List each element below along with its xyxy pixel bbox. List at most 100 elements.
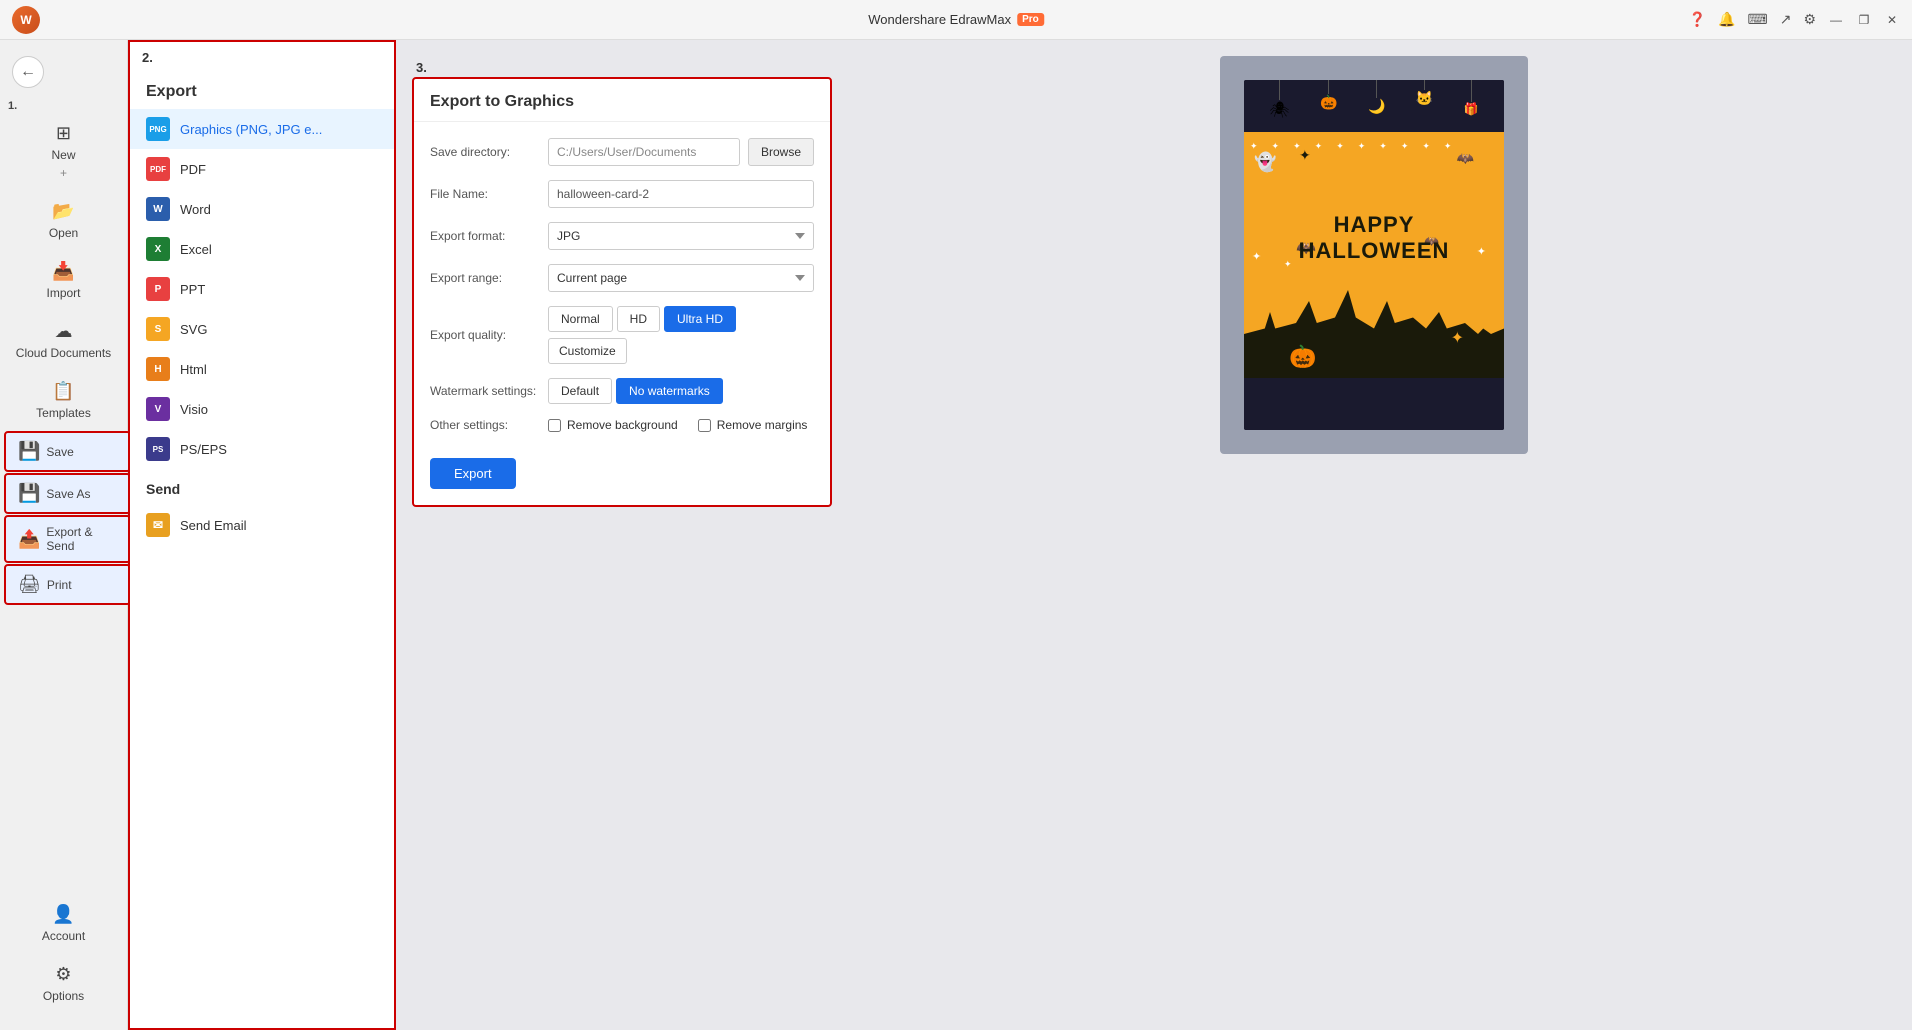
export-format-visio[interactable]: V Visio xyxy=(130,389,394,429)
export-format-html[interactable]: H Html xyxy=(130,349,394,389)
send-email-item[interactable]: ✉ Send Email xyxy=(130,505,394,545)
export-format-pseps[interactable]: PS PS/EPS xyxy=(130,429,394,469)
checkbox-row: Remove background Remove margins xyxy=(548,418,807,432)
sidebar-item-import-label: Import xyxy=(46,286,80,300)
bell-icon[interactable]: 🔔 xyxy=(1718,11,1735,28)
sidebar-bottom: 👤 Account ⚙ Options xyxy=(0,893,127,1022)
pdf-icon: PDF xyxy=(146,157,170,181)
account-icon: 👤 xyxy=(52,904,74,925)
customize-button[interactable]: Customize xyxy=(548,338,627,364)
sidebar-item-cloud[interactable]: ☁ Cloud Documents xyxy=(4,311,123,370)
other-settings-row: Other settings: Remove background Remove… xyxy=(430,418,814,432)
remove-background-checkbox[interactable] xyxy=(548,419,561,432)
excel-label: Excel xyxy=(180,242,212,257)
sidebar-item-new[interactable]: ⊞ New + xyxy=(4,113,123,190)
save-icon: 💾 xyxy=(18,441,40,462)
watermark-default-button[interactable]: Default xyxy=(548,378,612,404)
sidebar-item-templates[interactable]: 📋 Templates xyxy=(4,371,123,430)
card-top: 🕷 🎃 🌙 xyxy=(1244,80,1504,132)
sidebar-item-saveas-label: Save As xyxy=(46,487,90,501)
quality-hd-button[interactable]: HD xyxy=(617,306,660,332)
sidebar-item-options-label: Options xyxy=(43,989,84,1003)
sidebar-item-open[interactable]: 📂 Open xyxy=(4,191,123,250)
export-range-label: Export range: xyxy=(430,271,540,285)
watermark-none-button[interactable]: No watermarks xyxy=(616,378,723,404)
share-icon[interactable]: ↗ xyxy=(1780,11,1792,28)
sidebar-item-export[interactable]: 📤 Export & Send xyxy=(4,515,131,563)
pseps-icon: PS xyxy=(146,437,170,461)
minimize-button[interactable]: — xyxy=(1828,12,1844,28)
save-directory-input[interactable] xyxy=(548,138,740,166)
export-format-excel[interactable]: X Excel xyxy=(130,229,394,269)
pro-badge: Pro xyxy=(1017,13,1044,26)
sidebar-item-import[interactable]: 📥 Import xyxy=(4,251,123,310)
step2-label: 2. xyxy=(138,46,153,67)
step3-label: 3. xyxy=(412,56,832,77)
restore-button[interactable]: ❐ xyxy=(1856,12,1872,28)
export-format-word[interactable]: W Word xyxy=(130,189,394,229)
html-icon: H xyxy=(146,357,170,381)
sidebar-item-cloud-label: Cloud Documents xyxy=(16,346,111,360)
remove-background-item[interactable]: Remove background xyxy=(548,418,678,432)
export-format-row: Export format: JPG PNG BMP GIF TIFF xyxy=(430,222,814,250)
export-format-label: Export format: xyxy=(430,229,540,243)
export-icon: 📤 xyxy=(18,529,40,550)
import-icon: 📥 xyxy=(52,261,74,282)
main-layout: ← 1. ⊞ New + 📂 Open 📥 Import ☁ Cloud Doc… xyxy=(0,40,1912,1030)
help-icon[interactable]: ❓ xyxy=(1689,11,1706,28)
svg-label: SVG xyxy=(180,322,207,337)
avatar: W xyxy=(12,6,40,34)
pseps-label: PS/EPS xyxy=(180,442,227,457)
sidebar-item-new-label: New xyxy=(51,148,75,162)
email-icon: ✉ xyxy=(146,513,170,537)
ppt-label: PPT xyxy=(180,282,205,297)
new-plus-icon: + xyxy=(60,166,67,180)
export-format-svg[interactable]: S SVG xyxy=(130,309,394,349)
svg-icon: S xyxy=(146,317,170,341)
excel-icon: X xyxy=(146,237,170,261)
remove-margins-item[interactable]: Remove margins xyxy=(698,418,808,432)
sidebar-item-account[interactable]: 👤 Account xyxy=(4,894,123,953)
dialog-body: Save directory: Browse File Name: Export… xyxy=(414,122,830,505)
sidebar-item-options[interactable]: ⚙ Options xyxy=(4,954,123,1013)
sidebar-item-save[interactable]: 💾 Save xyxy=(4,431,131,472)
quality-ultrahd-button[interactable]: Ultra HD xyxy=(664,306,736,332)
close-button[interactable]: ✕ xyxy=(1884,12,1900,28)
export-format-ppt[interactable]: P PPT xyxy=(130,269,394,309)
quality-normal-button[interactable]: Normal xyxy=(548,306,613,332)
back-button[interactable]: ← xyxy=(12,56,44,88)
save-directory-label: Save directory: xyxy=(430,145,540,159)
open-icon: 📂 xyxy=(52,201,74,222)
export-panel: 2. Export PNG Graphics (PNG, JPG e... PD… xyxy=(128,40,396,1030)
png-icon: PNG xyxy=(146,117,170,141)
sidebar-item-open-label: Open xyxy=(49,226,78,240)
export-format-pdf[interactable]: PDF PDF xyxy=(130,149,394,189)
watermark-label: Watermark settings: xyxy=(430,384,540,398)
watermark-group: Default No watermarks xyxy=(548,378,723,404)
sidebar-item-saveas[interactable]: 💾 Save As xyxy=(4,473,131,514)
sidebar-top: ← 1. ⊞ New + 📂 Open 📥 Import ☁ Cloud Doc… xyxy=(0,48,127,893)
browse-button[interactable]: Browse xyxy=(748,138,814,166)
sidebar-item-print[interactable]: 🖨 Print xyxy=(4,564,131,605)
sidebar-item-save-label: Save xyxy=(46,445,73,459)
file-name-row: File Name: xyxy=(430,180,814,208)
file-name-input[interactable] xyxy=(548,180,814,208)
remove-background-label: Remove background xyxy=(567,418,678,432)
export-format-png[interactable]: PNG Graphics (PNG, JPG e... xyxy=(130,109,394,149)
export-range-select[interactable]: Current page All pages Selected objects xyxy=(548,264,814,292)
cloud-icon: ☁ xyxy=(55,321,73,342)
settings-icon[interactable]: ⚙ xyxy=(1803,11,1816,28)
ppt-icon: P xyxy=(146,277,170,301)
export-button[interactable]: Export xyxy=(430,458,516,489)
new-icon: ⊞ xyxy=(56,123,71,144)
quality-group: Normal HD Ultra HD xyxy=(548,306,736,332)
templates-icon: 📋 xyxy=(52,381,74,402)
app-name: Wondershare EdrawMax xyxy=(868,12,1011,27)
keyboard-icon[interactable]: ⌨ xyxy=(1747,11,1767,28)
remove-margins-checkbox[interactable] xyxy=(698,419,711,432)
other-settings-label: Other settings: xyxy=(430,418,540,432)
dialog-title: Export to Graphics xyxy=(414,79,830,122)
halloween-card: 🕷 🎃 🌙 xyxy=(1244,80,1504,430)
word-icon: W xyxy=(146,197,170,221)
export-format-select[interactable]: JPG PNG BMP GIF TIFF xyxy=(548,222,814,250)
